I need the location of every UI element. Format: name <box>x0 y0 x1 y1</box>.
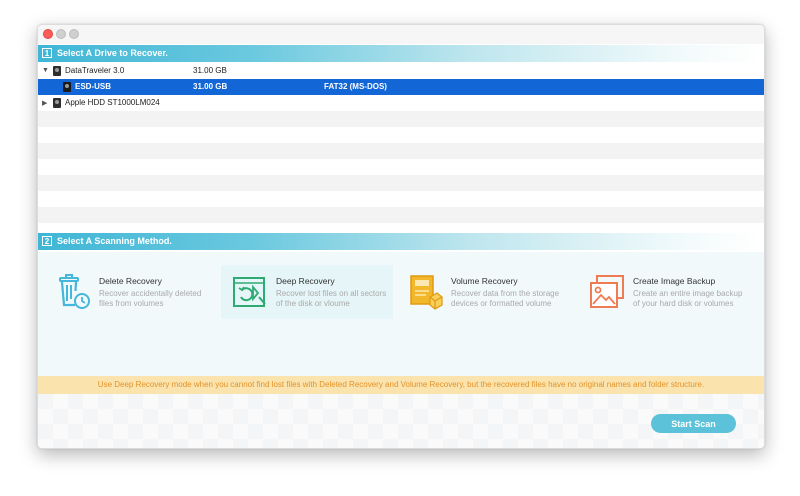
collapse-triangle-icon[interactable]: ▶ <box>42 99 47 107</box>
zoom-window-button[interactable] <box>69 29 79 39</box>
drive-row-datatraveler[interactable]: ▼ DataTraveler 3.0 31.00 GB <box>38 63 764 79</box>
minimize-window-button[interactable] <box>56 29 66 39</box>
empty-row <box>38 191 764 207</box>
empty-row <box>38 159 764 175</box>
drive-name: DataTraveler 3.0 <box>65 66 125 75</box>
empty-row <box>38 127 764 143</box>
empty-row <box>38 223 764 232</box>
empty-row <box>38 111 764 127</box>
volume-box-icon <box>410 275 443 310</box>
method-title: Create Image Backup <box>633 276 716 286</box>
volume-icon <box>63 82 71 92</box>
trash-clock-icon <box>59 274 90 309</box>
method-description: Recover accidentally deleted files from … <box>99 289 202 308</box>
method-title: Volume Recovery <box>451 276 518 286</box>
method-title: Delete Recovery <box>99 276 162 286</box>
disk-recovery-icon <box>233 277 266 307</box>
empty-row <box>38 143 764 159</box>
drive-row-apple-hdd[interactable]: ▶ Apple HDD ST1000LM024 <box>38 95 764 111</box>
close-window-button[interactable] <box>43 29 53 39</box>
method-volume-recovery[interactable]: Volume Recovery Recover data from the st… <box>396 265 568 319</box>
drive-size: 31.00 GB <box>193 66 227 75</box>
method-title: Deep Recovery <box>276 276 335 286</box>
app-window: 1 Select A Drive to Recover. ▼ DataTrave… <box>37 24 765 449</box>
empty-row <box>38 175 764 191</box>
expand-triangle-icon[interactable]: ▼ <box>42 67 49 74</box>
section-title: Select A Drive to Recover. <box>57 48 168 58</box>
drive-list: ▼ DataTraveler 3.0 31.00 GB ESD-USB 31.0… <box>38 63 764 232</box>
drive-name: Apple HDD ST1000LM024 <box>65 98 160 107</box>
drive-name: ESD-USB <box>75 82 112 91</box>
hard-disk-icon <box>53 98 61 108</box>
image-backup-icon <box>590 275 624 308</box>
empty-row <box>38 207 764 223</box>
method-description: Recover lost files on all sectors of the… <box>276 289 387 308</box>
section-number-badge: 1 <box>42 48 52 58</box>
drive-filesystem: FAT32 (MS-DOS) <box>324 82 387 91</box>
method-deep-recovery[interactable]: Deep Recovery Recover lost files on all … <box>221 265 393 319</box>
section-title: Select A Scanning Method. <box>57 236 172 246</box>
section-select-drive-header: 1 Select A Drive to Recover. <box>38 45 764 62</box>
drive-size: 31.00 GB <box>193 82 228 91</box>
start-scan-button[interactable]: Start Scan <box>651 414 736 433</box>
method-description: Create an entire image backup of your ha… <box>633 289 743 308</box>
section-number-badge: 2 <box>42 236 52 246</box>
method-image-backup[interactable]: Create Image Backup Create an entire ima… <box>578 265 750 319</box>
method-description: Recover data from the storage devices or… <box>451 289 560 308</box>
section-scan-method-header: 2 Select A Scanning Method. <box>38 233 764 250</box>
drive-row-esd-usb[interactable]: ESD-USB 31.00 GB FAT32 (MS-DOS) <box>38 79 764 95</box>
footer-bar: Start Scan <box>38 394 764 448</box>
title-bar <box>38 25 764 44</box>
usb-drive-icon <box>53 66 61 76</box>
deep-recovery-notice: Use Deep Recovery mode when you cannot f… <box>38 376 764 394</box>
scan-methods: Delete Recovery Recover accidentally del… <box>38 252 764 376</box>
method-delete-recovery[interactable]: Delete Recovery Recover accidentally del… <box>44 265 216 319</box>
